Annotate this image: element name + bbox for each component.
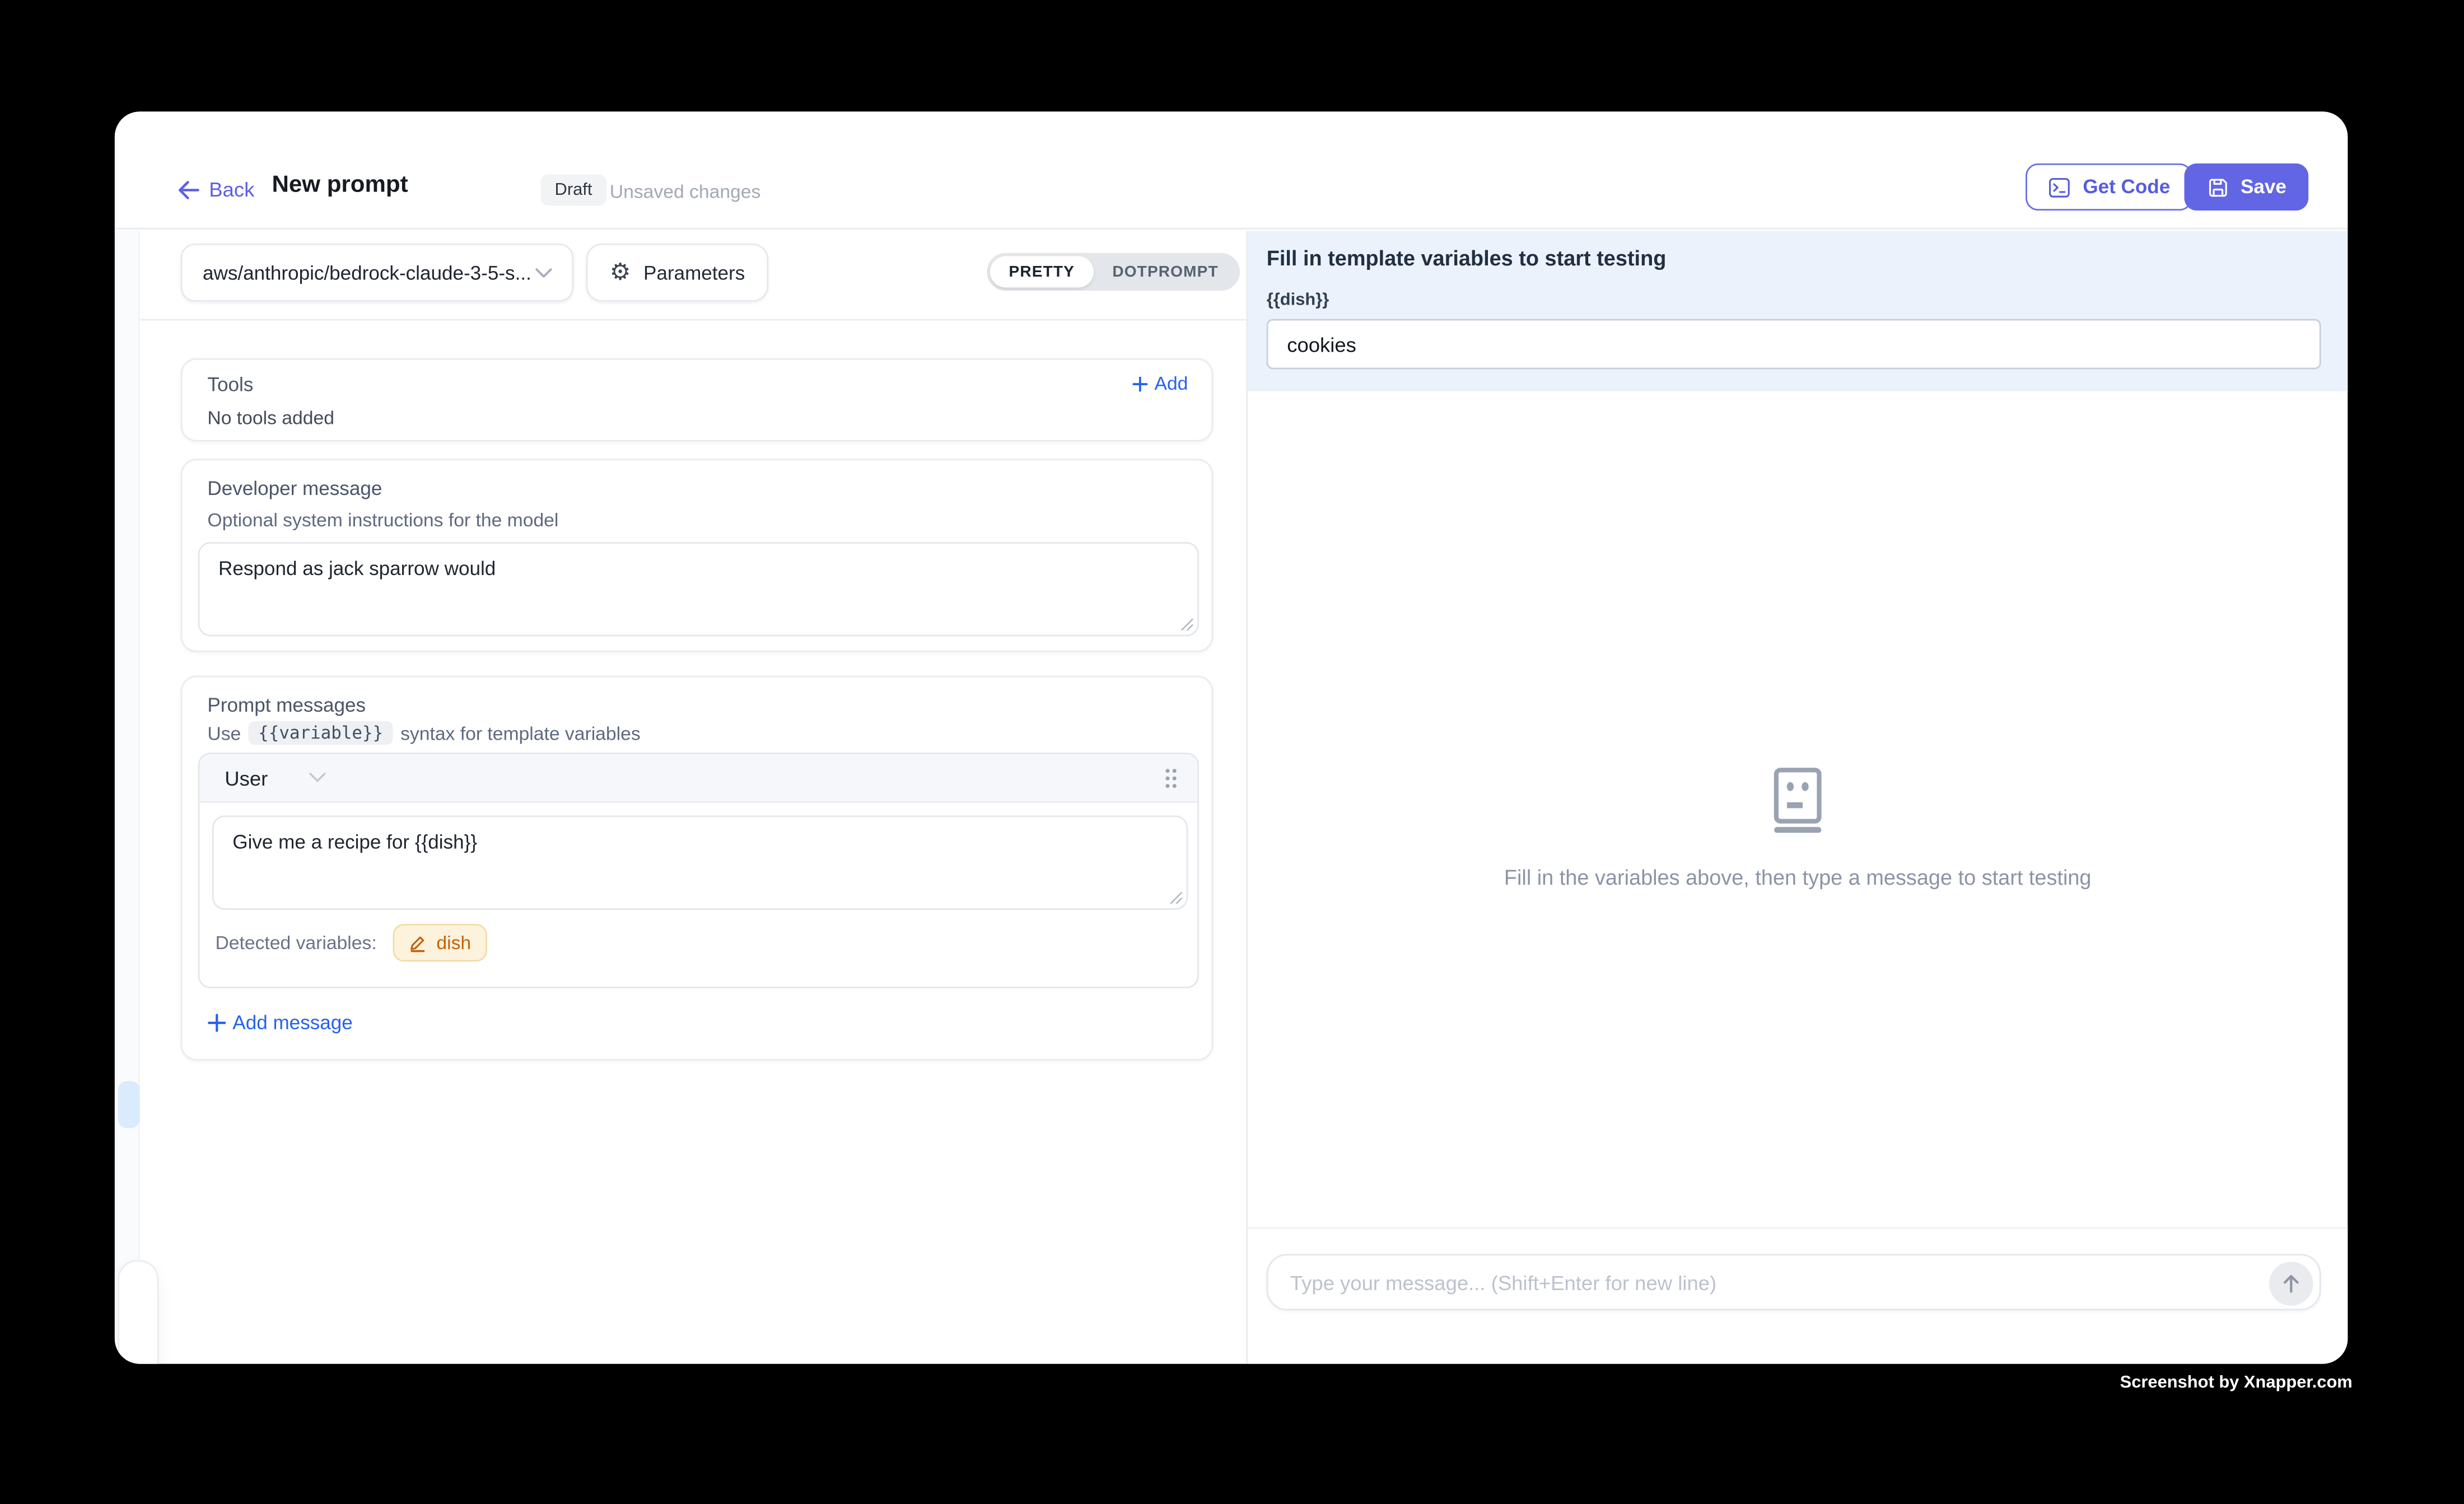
chat-input-container [1267, 1254, 2321, 1310]
variable-badge-label: dish [436, 932, 471, 954]
page-title: New prompt [272, 171, 408, 198]
save-floppy-icon [2206, 175, 2229, 199]
detected-variables-label: Detected variables: [212, 932, 377, 954]
status-badge: Draft [540, 174, 606, 205]
get-code-label: Get Code [2083, 176, 2170, 198]
robot-face-icon [1768, 767, 1828, 833]
subtitle-prefix: Use [207, 722, 241, 744]
template-variables-panel: Fill in template variables to start test… [1248, 231, 2348, 391]
drag-handle-icon[interactable] [1163, 766, 1179, 790]
save-label: Save [2241, 176, 2286, 198]
model-selector[interactable]: aws/anthropic/bedrock-claude-3-5-s... [181, 244, 574, 302]
developer-message-subtitle: Optional system instructions for the mod… [207, 509, 558, 531]
resize-handle-icon[interactable] [1169, 891, 1183, 905]
unsaved-changes-text: Unsaved changes [610, 181, 761, 203]
user-message-textarea[interactable]: Give me a recipe for {{dish}} [212, 815, 1188, 909]
gear-icon: ⚙ [610, 261, 631, 284]
subtitle-suffix: syntax for template variables [400, 722, 641, 744]
toggle-pretty[interactable]: PRETTY [990, 256, 1094, 287]
variable-syntax-chip: {{variable}} [249, 721, 393, 745]
chat-message-input[interactable] [1290, 1255, 2233, 1309]
back-label: Back [209, 178, 254, 201]
prompt-messages-subtitle: Use {{variable}} syntax for template var… [207, 721, 640, 745]
arrow-up-icon [2280, 1273, 2302, 1295]
chat-footer [1248, 1227, 2348, 1364]
sidebar-selected-item[interactable] [118, 1081, 139, 1128]
add-message-label: Add message [232, 1012, 352, 1034]
parameters-label: Parameters [643, 261, 745, 283]
sidebar-popover-card [118, 1260, 158, 1364]
parameters-button[interactable]: ⚙ Parameters [586, 244, 769, 302]
chevron-down-icon [309, 772, 328, 784]
role-dropdown[interactable]: User [218, 766, 328, 790]
save-button[interactable]: Save [2184, 164, 2308, 211]
arrow-left-icon [178, 180, 199, 199]
pencil-edit-icon [408, 933, 427, 952]
back-button[interactable]: Back [178, 178, 254, 201]
header: Back New prompt Draft Unsaved changes Ge… [115, 111, 2348, 229]
role-value: User [225, 766, 268, 790]
toggle-dotprompt[interactable]: DOTPROMPT [1094, 256, 1238, 287]
dish-variable-input[interactable] [1267, 319, 2321, 370]
plus-icon [1131, 375, 1148, 392]
screenshot-stage: Back New prompt Draft Unsaved changes Ge… [0, 0, 2464, 1503]
add-tool-label: Add [1154, 372, 1188, 394]
empty-state-text: Fill in the variables above, then type a… [1248, 866, 2348, 889]
fill-variables-title: Fill in template variables to start test… [1267, 247, 1667, 270]
view-mode-toggle: PRETTY DOTPROMPT [987, 253, 1240, 291]
resize-handle-icon[interactable] [1180, 618, 1194, 632]
prompt-messages-card: Prompt messages Use {{variable}} syntax … [181, 676, 1214, 1061]
tools-empty-text: No tools added [207, 407, 334, 429]
terminal-code-icon [2048, 175, 2072, 199]
toolbar-divider [140, 319, 1247, 321]
prompt-messages-title: Prompt messages [207, 694, 366, 716]
message-header: User [199, 754, 1197, 803]
variable-badge-dish[interactable]: dish [393, 924, 487, 961]
chat-empty-state: Fill in the variables above, then type a… [1248, 767, 2348, 889]
dish-variable-label: {{dish}} [1267, 291, 1329, 310]
app-window: Back New prompt Draft Unsaved changes Ge… [115, 111, 2348, 1363]
message-block: User Give me a recipe for {{dish}} Detec… [198, 753, 1199, 988]
send-button[interactable] [2269, 1262, 2313, 1306]
add-message-button[interactable]: Add message [207, 1012, 352, 1034]
model-selector-value: aws/anthropic/bedrock-claude-3-5-s... [203, 261, 534, 283]
get-code-button[interactable]: Get Code [2026, 164, 2192, 211]
chevron-down-icon [534, 267, 553, 279]
tools-title: Tools [207, 374, 253, 396]
watermark-text: Screenshot by Xnapper.com [2120, 1374, 2353, 1393]
developer-message-title: Developer message [207, 478, 382, 499]
plus-icon [207, 1013, 226, 1033]
developer-message-textarea[interactable]: Respond as jack sparrow would [198, 542, 1199, 636]
add-tool-button[interactable]: Add [1131, 372, 1188, 394]
developer-message-card: Developer message Optional system instru… [181, 459, 1214, 652]
collapsed-sidebar [115, 231, 140, 1363]
tools-card: Tools Add No tools added [181, 358, 1214, 442]
